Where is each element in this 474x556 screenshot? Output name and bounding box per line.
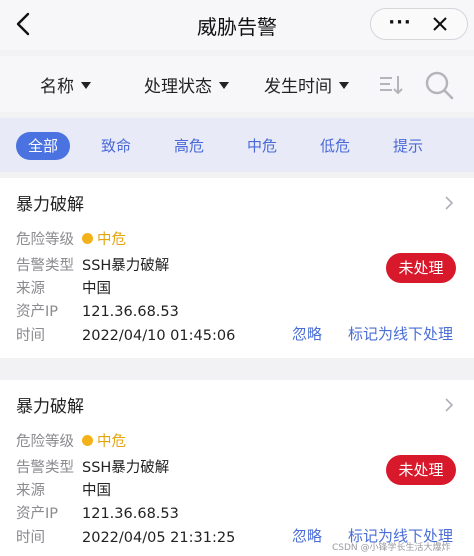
tab-high[interactable]: 高危 xyxy=(167,132,211,160)
alert-title: 暴力破解 xyxy=(16,195,84,215)
source-row: 来源 中国 xyxy=(16,479,111,500)
time-value: 2022/04/10 01:45:06 xyxy=(82,328,236,344)
type-key: 告警类型 xyxy=(16,258,74,274)
alert-card[interactable]: 暴力破解 危险等级 中危 告警类型 SSH暴力破解 来源 中国 资产IP 121.36.… xyxy=(0,178,474,358)
severity-dot-icon xyxy=(82,233,93,244)
type-row: 告警类型 SSH暴力破解 xyxy=(16,456,169,477)
filter-name-dropdown[interactable]: 名称 xyxy=(40,72,91,97)
status-badge[interactable]: 未处理 xyxy=(386,455,456,485)
filter-name-label: 名称 xyxy=(40,77,74,97)
severity-dot-icon xyxy=(82,435,93,446)
filter-time-label: 发生时间 xyxy=(264,77,332,97)
ip-row: 资产IP 121.36.68.53 xyxy=(16,300,179,321)
type-value: SSH暴力破解 xyxy=(82,460,170,476)
type-key: 告警类型 xyxy=(16,460,74,476)
close-icon[interactable] xyxy=(429,13,451,35)
level-key: 危险等级 xyxy=(16,434,74,450)
source-key: 来源 xyxy=(16,281,45,297)
tab-low[interactable]: 低危 xyxy=(313,132,357,160)
level-row: 危险等级 中危 xyxy=(16,430,126,451)
severity-tabs: 全部 致命 高危 中危 低危 提示 xyxy=(0,118,474,172)
top-bar: 威胁告警 ··· xyxy=(0,0,474,50)
type-row: 告警类型 SSH暴力破解 xyxy=(16,254,169,275)
source-key: 来源 xyxy=(16,483,45,499)
time-key: 时间 xyxy=(16,328,45,344)
filter-time-dropdown[interactable]: 发生时间 xyxy=(264,72,349,97)
level-row: 危险等级 中危 xyxy=(16,228,126,249)
mark-offline-link[interactable]: 标记为线下处理 xyxy=(348,323,453,344)
source-value: 中国 xyxy=(82,281,111,297)
ip-row: 资产IP 121.36.68.53 xyxy=(16,502,179,523)
ignore-link[interactable]: 忽略 xyxy=(292,323,322,344)
more-menu-button[interactable]: ··· xyxy=(385,12,415,33)
tab-critical[interactable]: 致命 xyxy=(94,132,138,160)
level-key: 危险等级 xyxy=(16,232,74,248)
time-row: 时间 2022/04/05 21:31:25 xyxy=(16,526,235,547)
chevron-right-icon[interactable] xyxy=(442,396,456,414)
type-value: SSH暴力破解 xyxy=(82,258,170,274)
dropdown-caret-icon xyxy=(219,82,229,89)
ip-key: 资产IP xyxy=(16,506,59,522)
search-icon[interactable] xyxy=(423,69,455,101)
mini-program-capsule: ··· xyxy=(370,8,468,40)
ip-value: 121.36.68.53 xyxy=(82,304,179,320)
status-badge[interactable]: 未处理 xyxy=(386,253,456,283)
tab-info[interactable]: 提示 xyxy=(386,132,430,160)
time-value: 2022/04/05 21:31:25 xyxy=(82,530,236,546)
time-row: 时间 2022/04/10 01:45:06 xyxy=(16,324,235,345)
source-value: 中国 xyxy=(82,483,111,499)
time-key: 时间 xyxy=(16,530,45,546)
dropdown-caret-icon xyxy=(81,82,91,89)
alert-title: 暴力破解 xyxy=(16,397,84,417)
level-value: 中危 xyxy=(97,232,126,248)
level-value: 中危 xyxy=(97,434,126,450)
sort-icon[interactable] xyxy=(378,72,404,98)
filter-bar: 名称 处理状态 发生时间 xyxy=(0,56,474,112)
tab-medium[interactable]: 中危 xyxy=(240,132,284,160)
chevron-right-icon[interactable] xyxy=(442,194,456,212)
ignore-link[interactable]: 忽略 xyxy=(292,525,322,546)
filter-status-label: 处理状态 xyxy=(144,77,212,97)
tab-all[interactable]: 全部 xyxy=(16,132,70,160)
dropdown-caret-icon xyxy=(339,82,349,89)
ip-key: 资产IP xyxy=(16,304,59,320)
filter-status-dropdown[interactable]: 处理状态 xyxy=(144,72,229,97)
ip-value: 121.36.68.53 xyxy=(82,506,179,522)
watermark: CSDN @小锋学长生活大爆炸 xyxy=(332,543,451,553)
alert-card[interactable]: 暴力破解 危险等级 中危 告警类型 SSH暴力破解 来源 中国 资产IP 121.36.… xyxy=(0,380,474,556)
source-row: 来源 中国 xyxy=(16,277,111,298)
